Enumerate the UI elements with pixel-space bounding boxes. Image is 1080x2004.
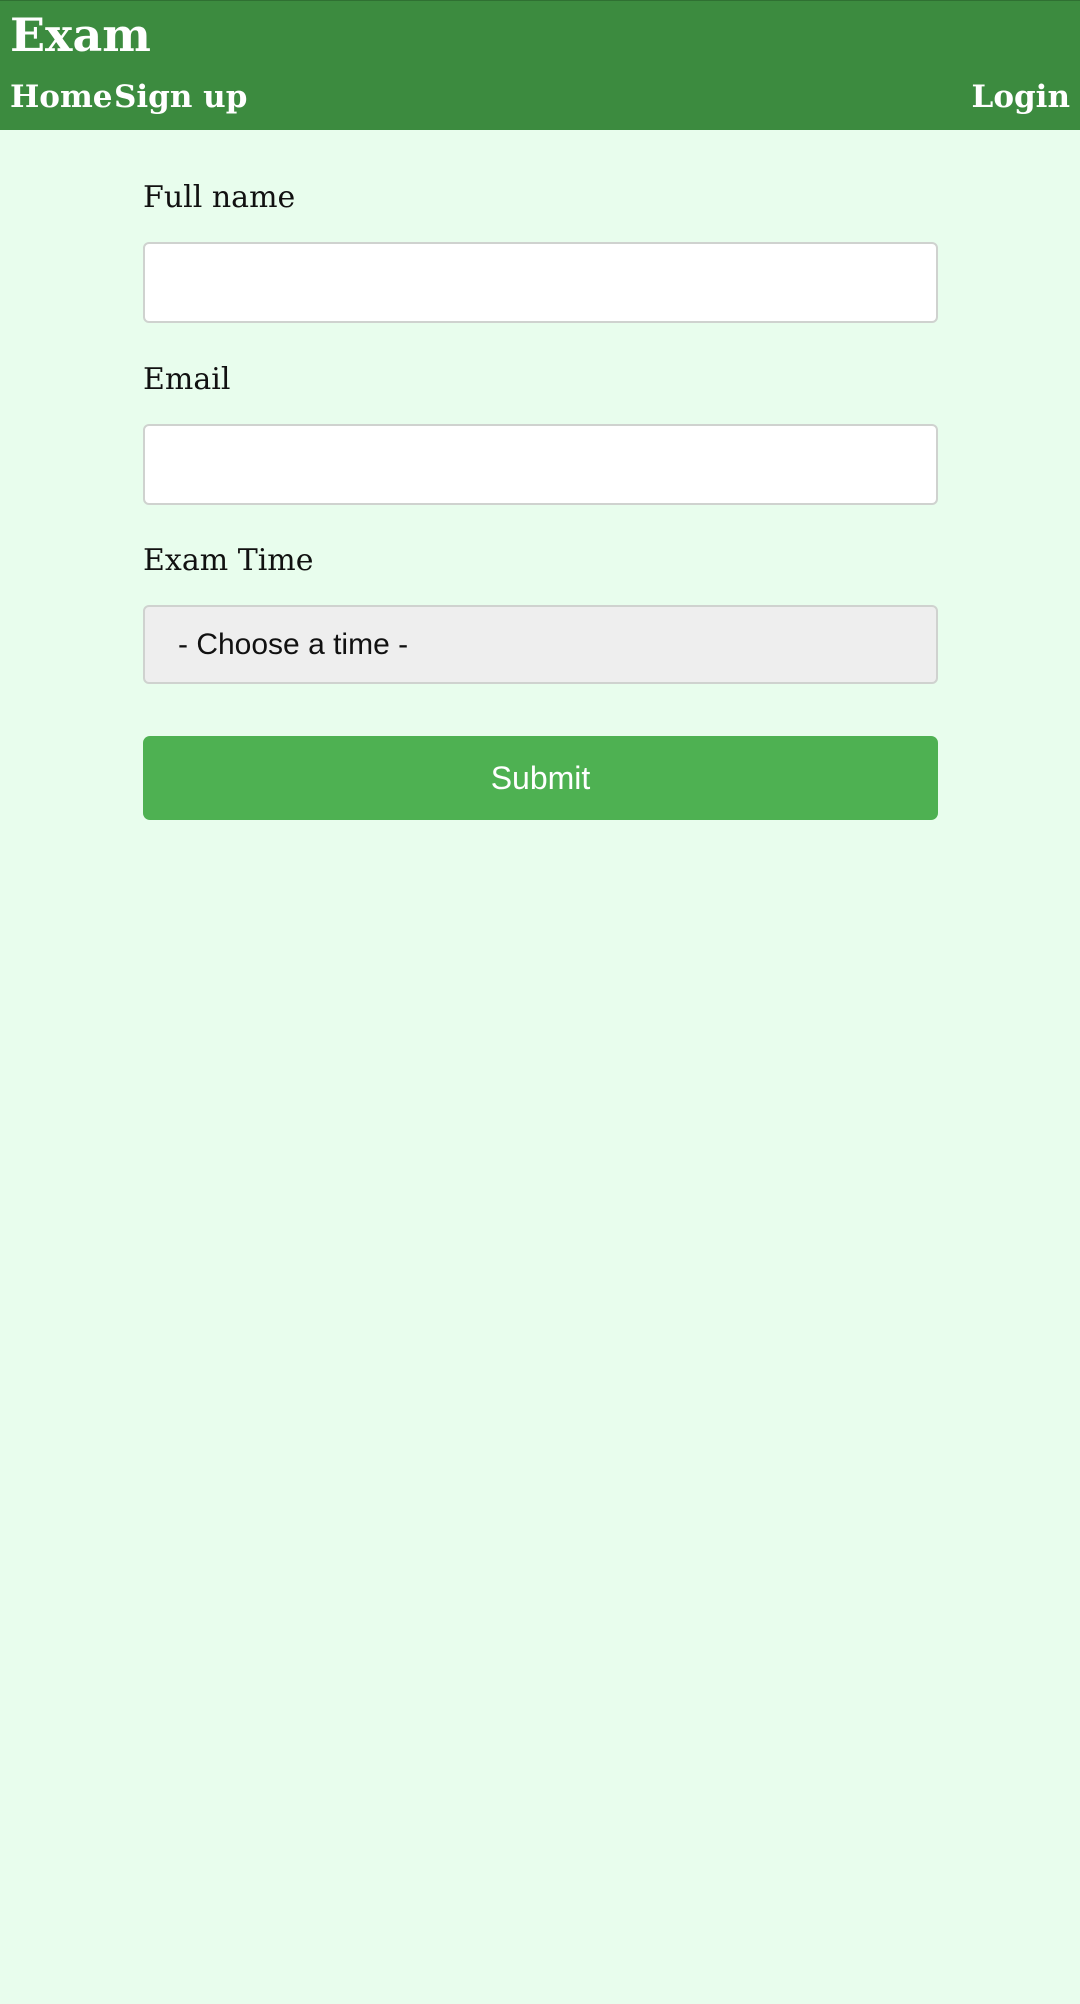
nav-signup-link[interactable]: Sign up — [114, 75, 247, 119]
site-title: Exam — [10, 8, 151, 62]
nav-home-link[interactable]: Home — [10, 75, 113, 119]
nav-login-link[interactable]: Login — [972, 75, 1070, 119]
email-input[interactable] — [143, 424, 938, 505]
exam-time-label: Exam Time — [143, 543, 314, 578]
exam-time-selected-value: - Choose a time - — [178, 628, 409, 661]
exam-time-select[interactable]: - Choose a time - — [143, 605, 938, 684]
top-navigation-bar: Exam Home Sign up Login — [0, 0, 1080, 130]
full-name-input[interactable] — [143, 242, 938, 323]
full-name-label: Full name — [143, 180, 296, 215]
email-label: Email — [143, 362, 231, 397]
submit-button[interactable]: Submit — [143, 736, 938, 820]
